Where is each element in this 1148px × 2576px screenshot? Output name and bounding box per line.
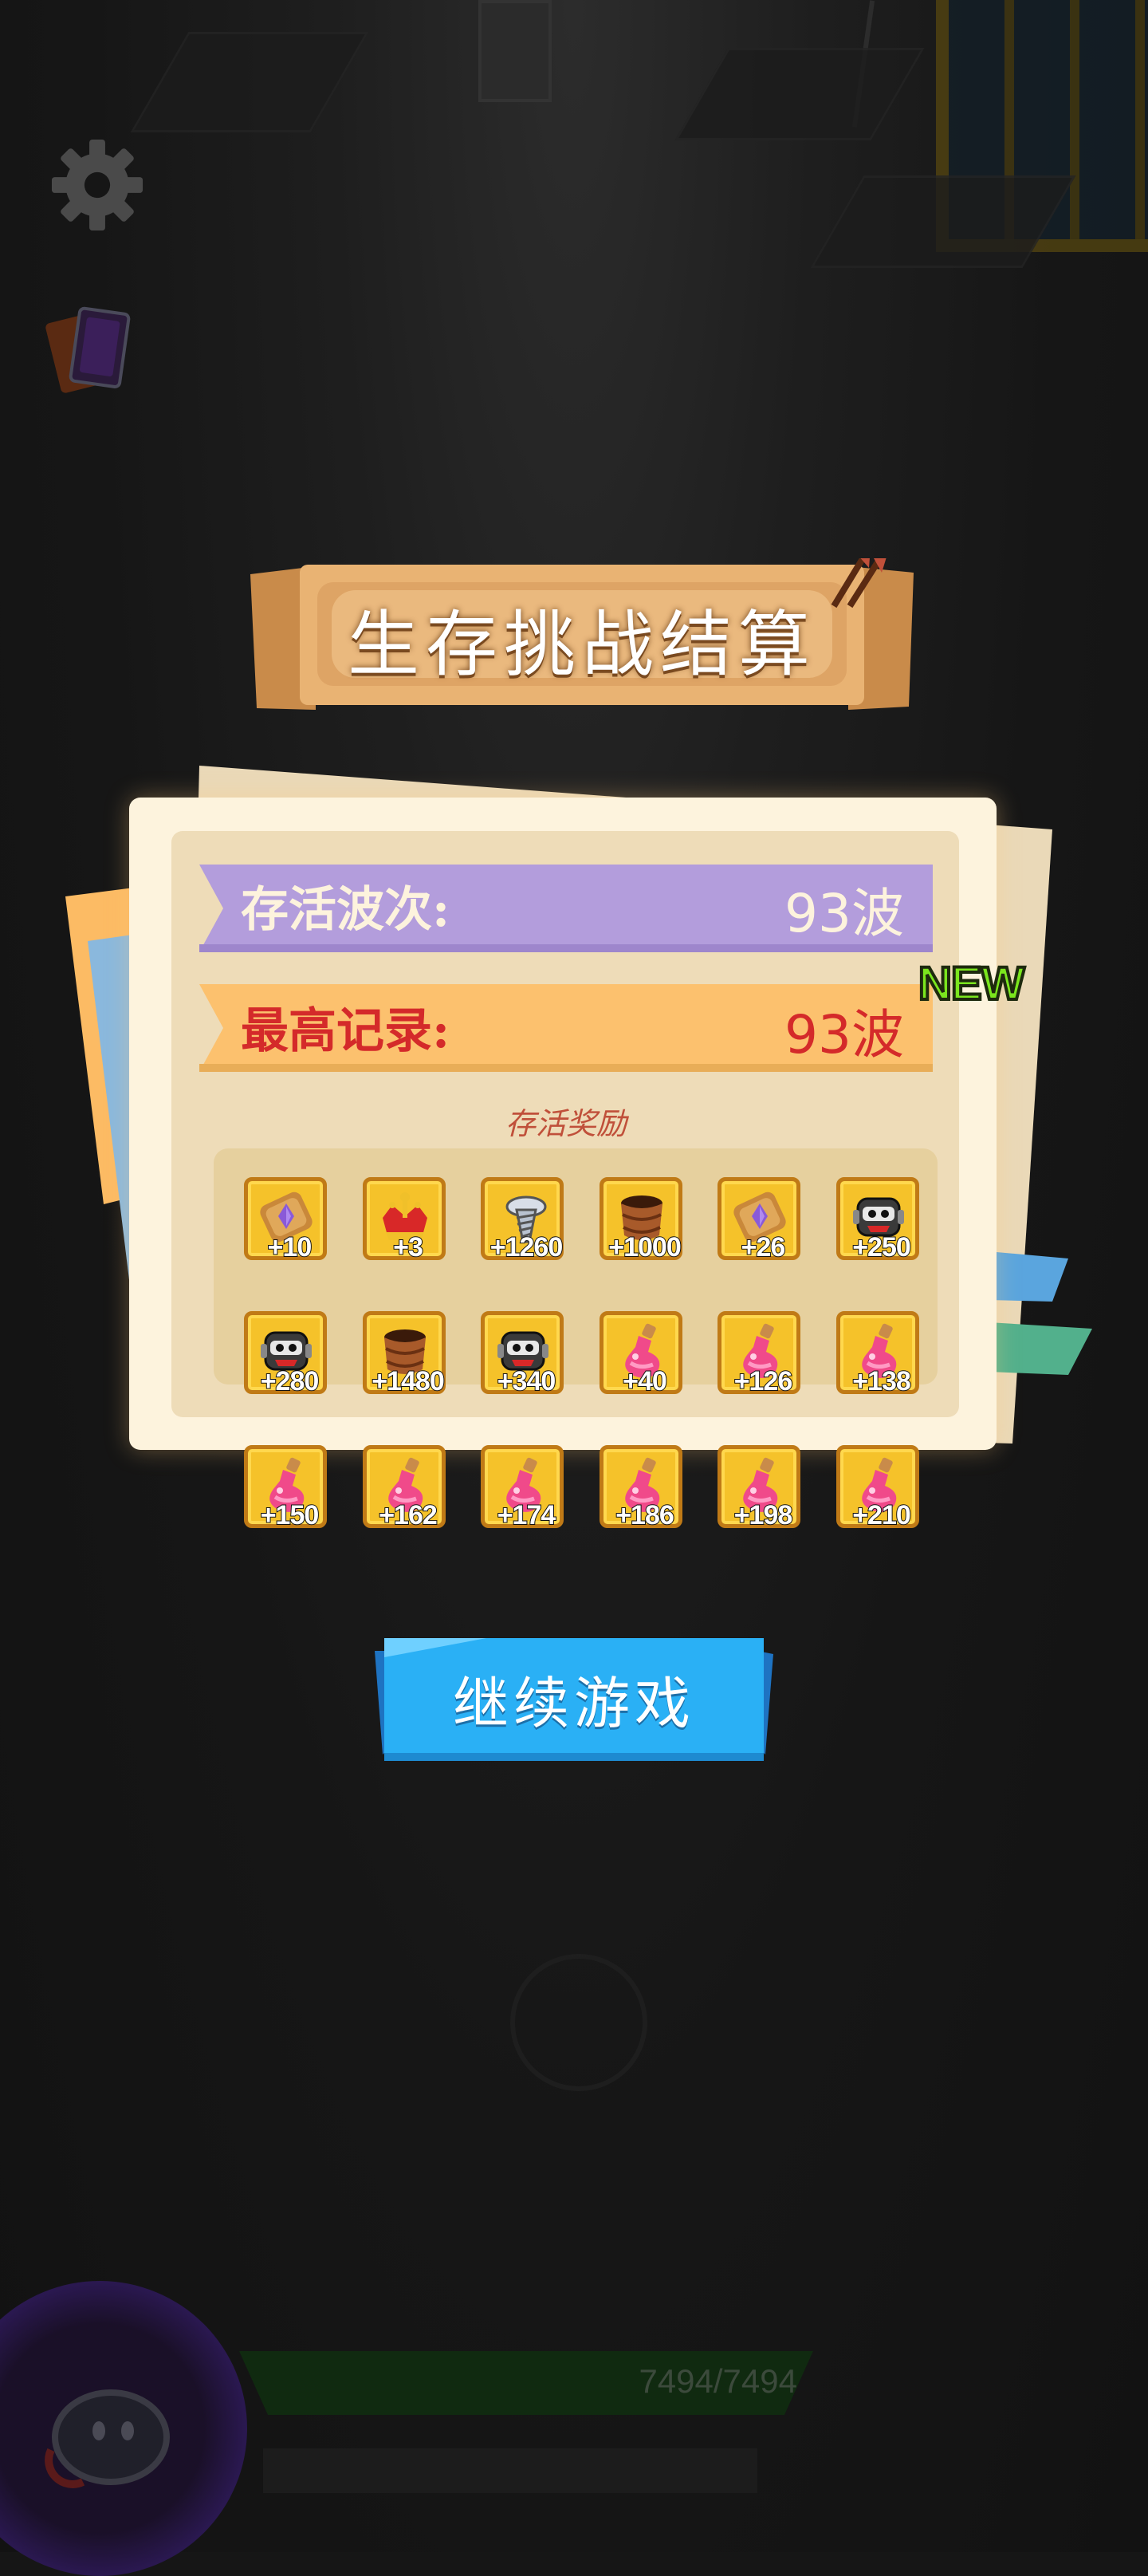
- reward-count: +1000: [607, 1231, 682, 1263]
- reward-count: +138: [851, 1365, 912, 1397]
- reward-count: +1480: [371, 1365, 446, 1397]
- reward-item: +186: [599, 1445, 682, 1531]
- reward-item: +280: [244, 1311, 327, 1397]
- reward-item: +40: [599, 1311, 682, 1397]
- reward-item: +340: [481, 1311, 564, 1397]
- reward-count: +186: [615, 1499, 675, 1531]
- reward-count: +250: [851, 1231, 912, 1263]
- reward-item: +198: [718, 1445, 800, 1531]
- reward-item: +26: [718, 1177, 800, 1263]
- survival-waves-label: 存活波次:: [241, 882, 450, 938]
- reward-item: +138: [835, 1311, 919, 1397]
- reward-item: +1260: [481, 1177, 564, 1263]
- reward-count: +210: [851, 1499, 912, 1531]
- reward-item: +210: [835, 1445, 919, 1531]
- reward-count: +26: [741, 1231, 787, 1263]
- reward-count: +174: [497, 1499, 557, 1531]
- reward-count: +10: [267, 1231, 313, 1263]
- reward-item: +3: [362, 1177, 446, 1263]
- reward-item: +162: [362, 1445, 446, 1531]
- best-record-label: 最高记录:: [241, 1003, 450, 1059]
- reward-count: +40: [622, 1365, 668, 1397]
- reward-count: +162: [378, 1499, 438, 1531]
- gear-icon[interactable]: [48, 136, 147, 234]
- hp-value: 7494/7494: [639, 2362, 797, 2400]
- joystick-ghost: [510, 1954, 647, 2091]
- rewards-title: 存活奖励: [505, 1106, 627, 1141]
- player-avatar-icon: [45, 2389, 170, 2488]
- background-pillar: [478, 0, 552, 102]
- reward-count: +280: [260, 1365, 320, 1397]
- reward-count: +1260: [489, 1231, 564, 1263]
- xp-bar: [263, 2448, 757, 2493]
- page-title: 生存挑战结算: [348, 603, 816, 687]
- reward-count: +198: [733, 1499, 794, 1531]
- reward-count: +126: [733, 1365, 794, 1397]
- new-record-badge: NEW: [917, 956, 1026, 1011]
- reward-count: +3: [392, 1231, 424, 1263]
- reward-item: +150: [244, 1445, 327, 1531]
- reward-item: +174: [481, 1445, 564, 1531]
- reward-item: +1480: [362, 1311, 446, 1397]
- continue-button-label: 继续游戏: [453, 1671, 695, 1736]
- reward-item: +10: [244, 1177, 327, 1263]
- reward-count: +340: [497, 1365, 557, 1397]
- cards-icon[interactable]: [45, 301, 156, 405]
- survival-waves-value: 93波: [784, 883, 904, 944]
- reward-item: +126: [718, 1311, 800, 1397]
- reward-count: +150: [260, 1499, 320, 1531]
- reward-item: +250: [835, 1177, 919, 1263]
- reward-item: +1000: [599, 1177, 682, 1263]
- best-record-value: 93波: [784, 1004, 904, 1065]
